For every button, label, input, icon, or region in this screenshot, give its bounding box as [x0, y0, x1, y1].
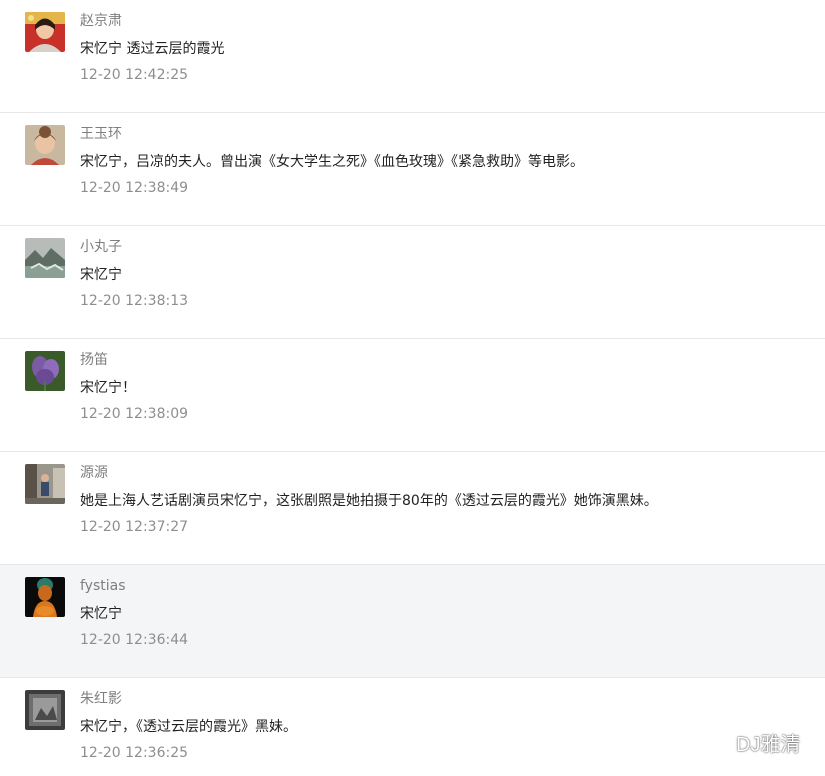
- comment-author[interactable]: 小丸子: [80, 238, 122, 256]
- comment-timestamp: 12-20 12:37:27: [80, 519, 189, 535]
- comment-list: 赵京肃 宋忆宁 透过云层的霞光 12-20 12:42:25 王玉环 宋忆宁，吕…: [0, 0, 825, 776]
- comment-text: 宋忆宁，吕凉的夫人。曾出演《女大学生之死》《血色玫瑰》《紧急救助》等电影。: [80, 154, 584, 170]
- comment-timestamp: 12-20 12:36:25: [80, 745, 189, 761]
- comment-author[interactable]: 朱红影: [80, 690, 122, 708]
- comment-item: 源源 她是上海人艺话剧演员宋忆宁，这张剧照是她拍摄于80年的《透过云层的霞光》她…: [0, 452, 825, 565]
- gray-photo-avatar-icon[interactable]: [25, 690, 65, 730]
- comment-text: 宋忆宁 透过云层的霞光: [80, 41, 225, 57]
- comment-author[interactable]: 赵京肃: [80, 12, 122, 30]
- comment-author[interactable]: fystias: [80, 577, 126, 595]
- comment-author[interactable]: 王玉环: [80, 125, 122, 143]
- comment-text: 宋忆宁，《透过云层的霞光》黑妹。: [80, 719, 297, 735]
- watermark: DJ雅清: [702, 727, 800, 757]
- comment-item: 小丸子 宋忆宁 12-20 12:38:13: [0, 226, 825, 339]
- woman-portrait-avatar-icon[interactable]: [25, 125, 65, 165]
- woman-portrait-red-avatar-icon[interactable]: [25, 12, 65, 52]
- comment-author[interactable]: 源源: [80, 464, 108, 482]
- comment-timestamp: 12-20 12:38:13: [80, 293, 189, 309]
- wechat-icon: [702, 729, 732, 755]
- comment-item: 赵京肃 宋忆宁 透过云层的霞光 12-20 12:42:25: [0, 0, 825, 113]
- purple-flower-avatar-icon[interactable]: [25, 351, 65, 391]
- person-street-avatar-icon[interactable]: [25, 464, 65, 504]
- comment-timestamp: 12-20 12:38:49: [80, 180, 189, 196]
- comment-timestamp: 12-20 12:38:09: [80, 406, 189, 422]
- comment-text: 宋忆宁: [80, 606, 122, 622]
- watermark-text: DJ雅清: [736, 733, 801, 756]
- comment-item: 王玉环 宋忆宁，吕凉的夫人。曾出演《女大学生之死》《血色玫瑰》《紧急救助》等电影…: [0, 113, 825, 226]
- comment-author[interactable]: 扬笛: [80, 351, 108, 369]
- comment-text: 她是上海人艺话剧演员宋忆宁，这张剧照是她拍摄于80年的《透过云层的霞光》她饰演黑…: [80, 493, 658, 509]
- landscape-avatar-icon[interactable]: [25, 238, 65, 278]
- comment-item: fystias 宋忆宁 12-20 12:36:44: [0, 565, 825, 678]
- comment-item: 扬笛 宋忆宁！ 12-20 12:38:09: [0, 339, 825, 452]
- buddha-statue-avatar-icon[interactable]: [25, 577, 65, 617]
- comment-text: 宋忆宁: [80, 267, 122, 283]
- comment-timestamp: 12-20 12:42:25: [80, 67, 189, 83]
- comment-timestamp: 12-20 12:36:44: [80, 632, 189, 648]
- comment-text: 宋忆宁！: [80, 380, 136, 396]
